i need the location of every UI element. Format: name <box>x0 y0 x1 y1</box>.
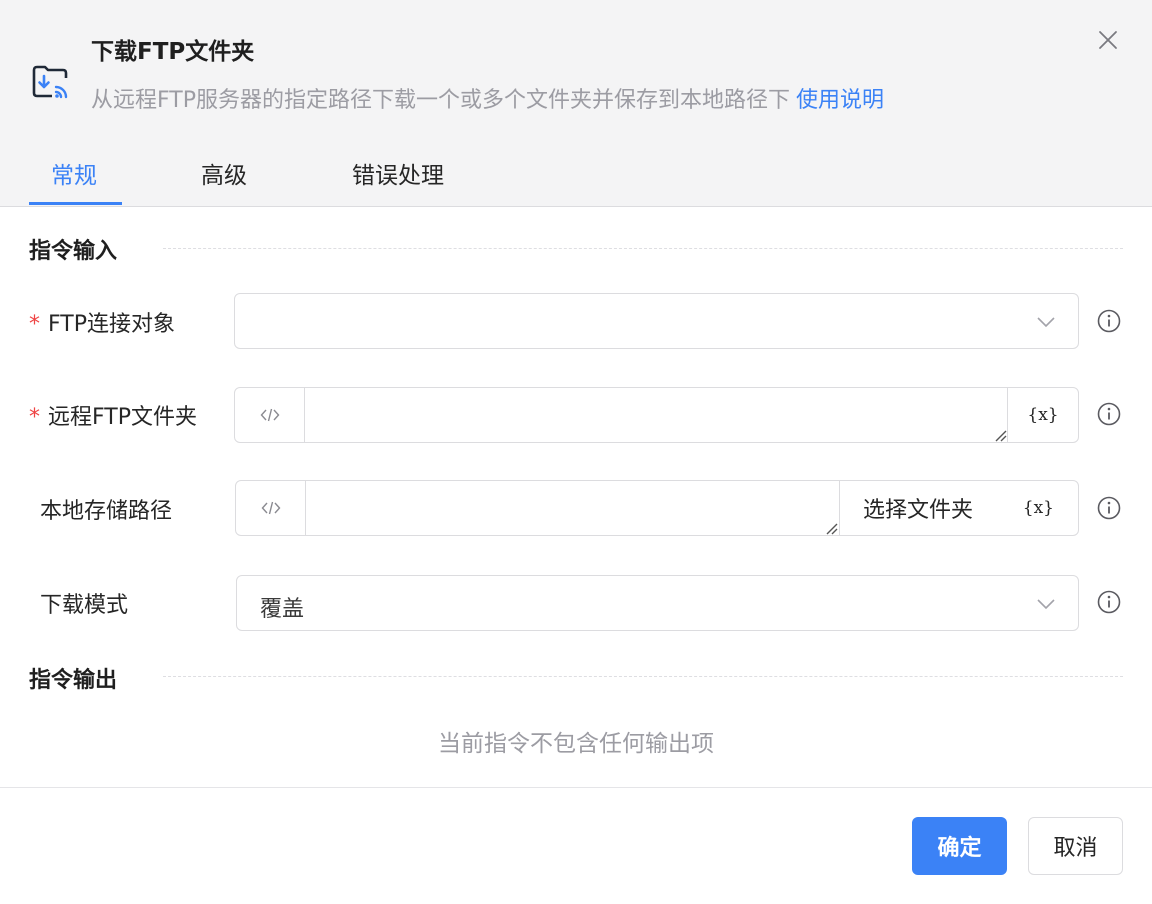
close-icon[interactable] <box>1096 28 1120 52</box>
active-tab-indicator <box>29 202 122 205</box>
download-mode-label: 下载模式 <box>40 593 129 618</box>
help-link[interactable]: 使用说明 <box>796 88 884 113</box>
tab-advanced[interactable]: 高级 <box>201 156 247 190</box>
info-icon[interactable] <box>1097 496 1121 520</box>
tab-error-handling[interactable]: 错误处理 <box>352 156 444 190</box>
code-mode-toggle[interactable] <box>235 388 305 442</box>
download-mode-value: 覆盖 <box>260 597 305 622</box>
description-text: 从远程FTP服务器的指定路径下载一个或多个文件夹并保存到本地路径下 <box>91 88 790 113</box>
download-mode-select[interactable]: 覆盖 <box>236 575 1079 631</box>
footer-divider <box>0 787 1152 788</box>
section-divider <box>163 676 1123 677</box>
resize-handle-icon[interactable] <box>824 521 838 535</box>
ftp-connection-label: * FTP连接对象 <box>29 306 175 338</box>
ftp-connection-select[interactable] <box>234 293 1079 349</box>
remote-folder-input[interactable] <box>305 388 1009 442</box>
required-mark: * <box>29 312 40 337</box>
local-path-actions: 选择文件夹 {x} <box>839 481 1078 535</box>
output-section-title: 指令输出 <box>29 668 118 693</box>
dialog-title: 下载FTP文件夹 <box>91 39 255 65</box>
input-section-title: 指令输入 <box>29 239 118 264</box>
info-icon[interactable] <box>1097 590 1121 614</box>
chevron-down-icon <box>1037 599 1055 610</box>
local-path-label: 本地存储路径 <box>40 499 173 524</box>
info-icon[interactable] <box>1097 402 1121 426</box>
chevron-down-icon <box>1037 317 1055 328</box>
code-icon <box>260 408 279 422</box>
remote-folder-label: * 远程FTP文件夹 <box>29 399 197 431</box>
empty-output-text: 当前指令不包含任何输出项 <box>438 731 714 757</box>
dialog-header: 下载FTP文件夹 从远程FTP服务器的指定路径下载一个或多个文件夹并保存到本地路… <box>0 0 1152 207</box>
confirm-button[interactable]: 确定 <box>912 817 1007 875</box>
tab-general[interactable]: 常规 <box>51 156 97 190</box>
variable-button[interactable]: {x} <box>1023 498 1054 518</box>
variable-button[interactable]: {x} <box>1007 388 1078 442</box>
dialog-description: 从远程FTP服务器的指定路径下载一个或多个文件夹并保存到本地路径下 使用说明 <box>91 82 884 114</box>
ftp-connection-label-text: FTP连接对象 <box>48 312 175 337</box>
code-mode-toggle[interactable] <box>236 481 306 535</box>
choose-folder-button[interactable]: 选择文件夹 <box>863 492 973 524</box>
required-mark: * <box>29 405 40 430</box>
section-divider <box>163 248 1123 249</box>
remote-folder-label-text: 远程FTP文件夹 <box>48 405 197 430</box>
info-icon[interactable] <box>1097 309 1121 333</box>
remote-folder-input-group: {x} <box>234 387 1079 443</box>
cancel-button[interactable]: 取消 <box>1028 817 1123 875</box>
folder-download-icon <box>32 65 68 99</box>
local-path-input[interactable] <box>306 481 840 535</box>
resize-handle-icon[interactable] <box>993 428 1007 442</box>
local-path-input-group: 选择文件夹 {x} <box>235 480 1079 536</box>
code-icon <box>261 501 280 515</box>
